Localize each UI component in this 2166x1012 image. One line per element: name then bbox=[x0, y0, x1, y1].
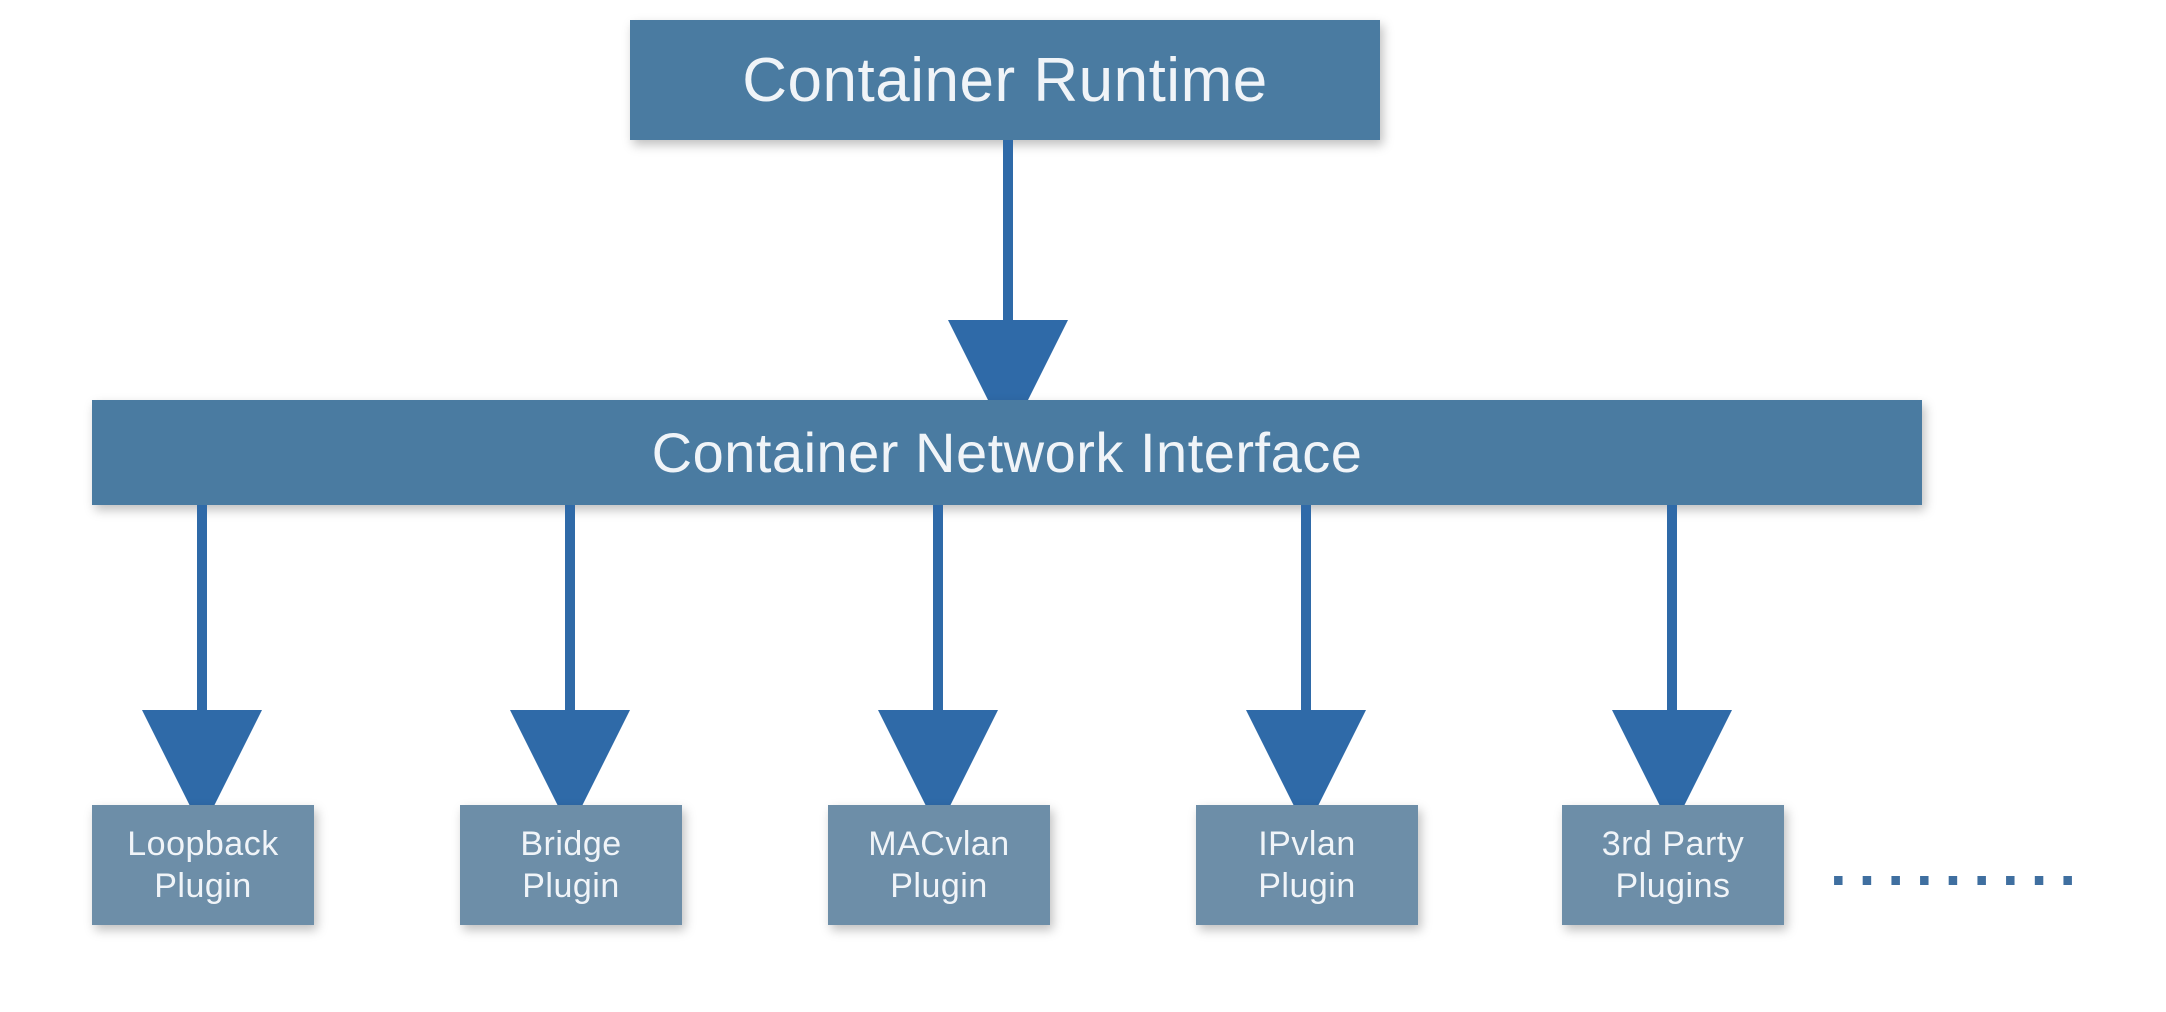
arrow-cni-to-bridge bbox=[558, 505, 582, 790]
arrow-runtime-to-cni bbox=[996, 140, 1020, 400]
container-runtime-box: Container Runtime bbox=[630, 20, 1380, 140]
arrow-cni-to-ipvlan bbox=[1294, 505, 1318, 790]
container-runtime-label: Container Runtime bbox=[742, 45, 1267, 116]
arrow-cni-to-loopback bbox=[190, 505, 214, 790]
ipvlan-plugin-box: IPvlan Plugin bbox=[1196, 805, 1418, 925]
thirdparty-plugins-box: 3rd Party Plugins bbox=[1562, 805, 1784, 925]
macvlan-plugin-label: MACvlan Plugin bbox=[868, 823, 1009, 908]
bridge-plugin-box: Bridge Plugin bbox=[460, 805, 682, 925]
arrow-cni-to-macvlan bbox=[926, 505, 950, 790]
loopback-plugin-box: Loopback Plugin bbox=[92, 805, 314, 925]
cni-label: Container Network Interface bbox=[652, 420, 1363, 485]
bridge-plugin-label: Bridge Plugin bbox=[520, 823, 621, 908]
macvlan-plugin-box: MACvlan Plugin bbox=[828, 805, 1050, 925]
container-network-interface-box: Container Network Interface bbox=[92, 400, 1922, 505]
arrow-cni-to-3rdparty bbox=[1660, 505, 1684, 790]
ipvlan-plugin-label: IPvlan Plugin bbox=[1258, 823, 1356, 908]
ellipsis-dots: ......... bbox=[1830, 830, 2088, 899]
thirdparty-plugins-label: 3rd Party Plugins bbox=[1602, 823, 1744, 908]
loopback-plugin-label: Loopback Plugin bbox=[127, 823, 278, 908]
